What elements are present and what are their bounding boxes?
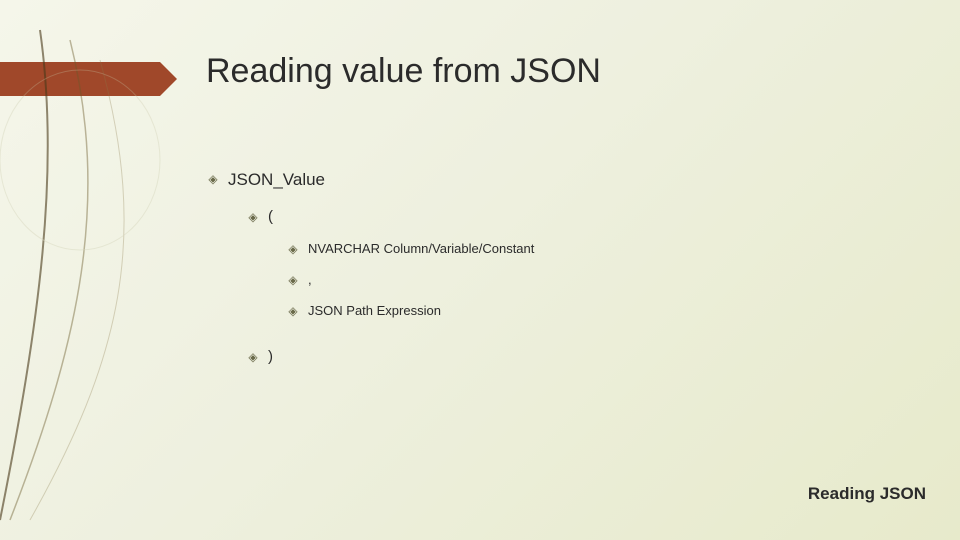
list-item: ◈ JSON_Value ◈ ( ◈ NVARCHAR Column/Va	[206, 170, 534, 381]
list-item: ◈ )	[246, 348, 534, 367]
bullet-label: JSON Path Expression	[308, 303, 441, 318]
list-item: ◈ ( ◈ NVARCHAR Column/Variable/Constant	[246, 208, 534, 334]
decorative-leaves	[0, 20, 240, 540]
accent-bar	[0, 62, 160, 96]
diamond-bullet-icon: ◈	[286, 302, 300, 321]
bullet-label: ,	[308, 272, 312, 287]
bullet-label: (	[268, 208, 273, 225]
bullet-label: NVARCHAR Column/Variable/Constant	[308, 241, 534, 256]
list-item: ◈ ,	[286, 271, 534, 290]
slide-title: Reading value from JSON	[206, 52, 601, 91]
list-item: ◈ NVARCHAR Column/Variable/Constant	[286, 240, 534, 259]
diamond-bullet-icon: ◈	[246, 208, 260, 227]
diamond-bullet-icon: ◈	[206, 170, 220, 189]
footer-label: Reading JSON	[808, 484, 926, 504]
list-item: ◈ JSON Path Expression	[286, 302, 534, 321]
diamond-bullet-icon: ◈	[246, 348, 260, 367]
bullet-label: JSON_Value	[228, 170, 325, 189]
diamond-bullet-icon: ◈	[286, 271, 300, 290]
accent-chevron	[160, 62, 177, 96]
slide-content: ◈ JSON_Value ◈ ( ◈ NVARCHAR Column/Va	[206, 170, 534, 395]
bullet-label: )	[268, 348, 273, 365]
diamond-bullet-icon: ◈	[286, 240, 300, 259]
